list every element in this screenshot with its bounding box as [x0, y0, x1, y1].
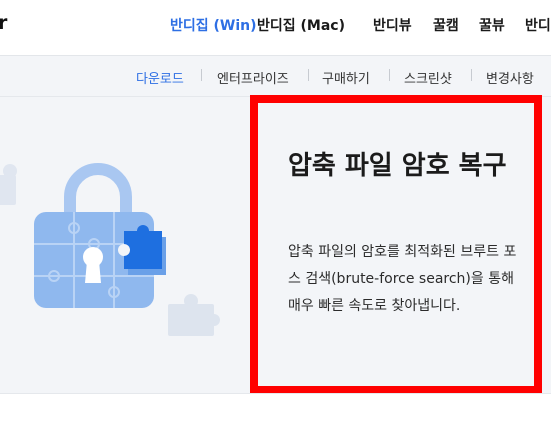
- feature-card-highlighted: 압축 파일 암호 복구 압축 파일의 암호를 최적화된 브루트 포스 검색(br…: [250, 95, 542, 394]
- subnav-purchase[interactable]: 구매하기: [322, 68, 370, 87]
- blue-puzzle-piece-icon: [118, 225, 166, 275]
- subnav-divider: [471, 69, 472, 81]
- feature-title: 압축 파일 암호 복구: [288, 151, 507, 181]
- logo[interactable]: r: [0, 12, 7, 34]
- subnav-changelog[interactable]: 변경사항: [486, 68, 534, 87]
- puzzle-lock-icon: [0, 163, 220, 336]
- nav-item-bandiview[interactable]: 반디뷰: [373, 15, 412, 35]
- subnav-divider: [201, 69, 202, 81]
- nav-item-honeycam[interactable]: 꿀캠: [433, 15, 459, 35]
- subnav-enterprise[interactable]: 엔터프라이즈: [217, 68, 289, 87]
- top-navigation: r 반디집 (Win) 반디집 (Mac) 반디뷰 꿀캠 꿀뷰 반디: [0, 0, 551, 56]
- nav-item-bandizip-win[interactable]: 반디집 (Win): [170, 15, 257, 35]
- nav-item-honeyview[interactable]: 꿀뷰: [479, 15, 505, 35]
- puzzle-piece-icon: [0, 164, 17, 205]
- subnav-download[interactable]: 다운로드: [136, 68, 184, 87]
- feature-section: 압축 파일 암호 복구 압축 파일의 암호를 최적화된 브루트 포스 검색(br…: [0, 95, 551, 394]
- section-divider: [0, 393, 551, 394]
- puzzle-piece-icon: [168, 294, 220, 336]
- subnav-divider: [308, 69, 309, 81]
- nav-item-bandi-more[interactable]: 반디: [525, 15, 551, 35]
- nav-item-bandizip-mac[interactable]: 반디집 (Mac): [257, 15, 345, 35]
- sub-navigation: 다운로드 엔터프라이즈 구매하기 스크린샷 변경사항: [0, 56, 551, 97]
- subnav-divider: [389, 69, 390, 81]
- feature-description: 압축 파일의 암호를 최적화된 브루트 포스 검색(brute-force se…: [288, 244, 517, 314]
- subnav-screenshots[interactable]: 스크린샷: [404, 68, 452, 87]
